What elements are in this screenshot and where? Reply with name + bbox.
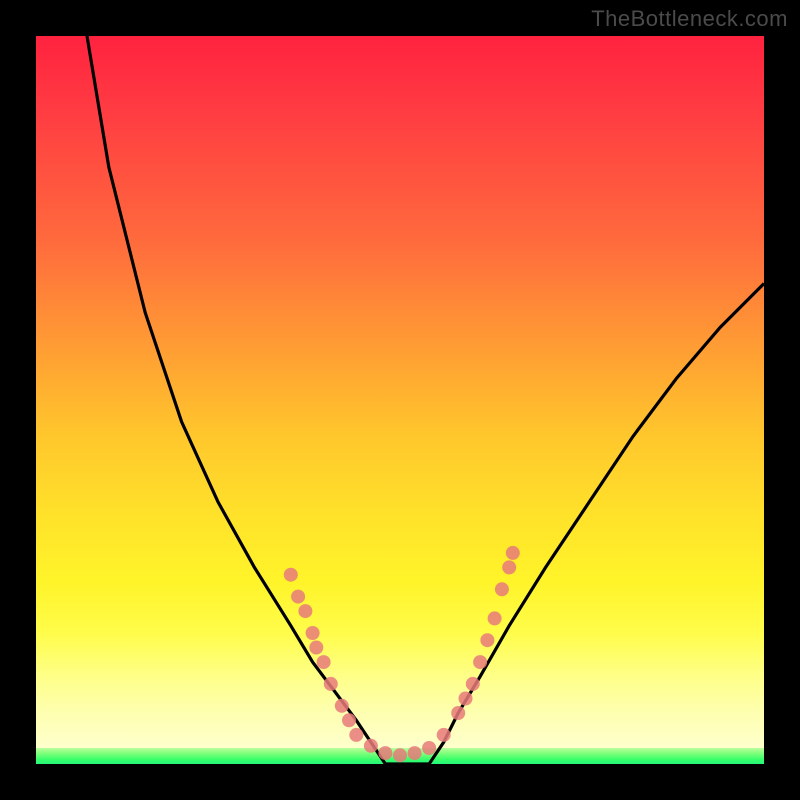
scatter-dot bbox=[298, 604, 312, 618]
scatter-dot bbox=[451, 706, 465, 720]
scatter-dots bbox=[284, 546, 520, 762]
scatter-dot bbox=[335, 699, 349, 713]
scatter-dot bbox=[502, 560, 516, 574]
scatter-dot bbox=[480, 633, 494, 647]
scatter-dot bbox=[342, 713, 356, 727]
curve-svg bbox=[36, 36, 764, 764]
scatter-dot bbox=[506, 546, 520, 560]
scatter-dot bbox=[349, 728, 363, 742]
scatter-dot bbox=[437, 728, 451, 742]
bottleneck-curve bbox=[87, 36, 764, 764]
scatter-dot bbox=[291, 590, 305, 604]
scatter-dot bbox=[324, 677, 338, 691]
scatter-dot bbox=[473, 655, 487, 669]
scatter-dot bbox=[393, 748, 407, 762]
watermark-text: TheBottleneck.com bbox=[591, 6, 788, 32]
scatter-dot bbox=[422, 741, 436, 755]
scatter-dot bbox=[364, 739, 378, 753]
scatter-dot bbox=[408, 746, 422, 760]
scatter-dot bbox=[459, 692, 473, 706]
scatter-dot bbox=[466, 677, 480, 691]
chart-stage: TheBottleneck.com bbox=[0, 0, 800, 800]
scatter-dot bbox=[378, 746, 392, 760]
scatter-dot bbox=[495, 582, 509, 596]
scatter-dot bbox=[317, 655, 331, 669]
scatter-dot bbox=[306, 626, 320, 640]
scatter-dot bbox=[284, 568, 298, 582]
scatter-dot bbox=[488, 611, 502, 625]
scatter-dot bbox=[309, 641, 323, 655]
plot-area bbox=[36, 36, 764, 764]
